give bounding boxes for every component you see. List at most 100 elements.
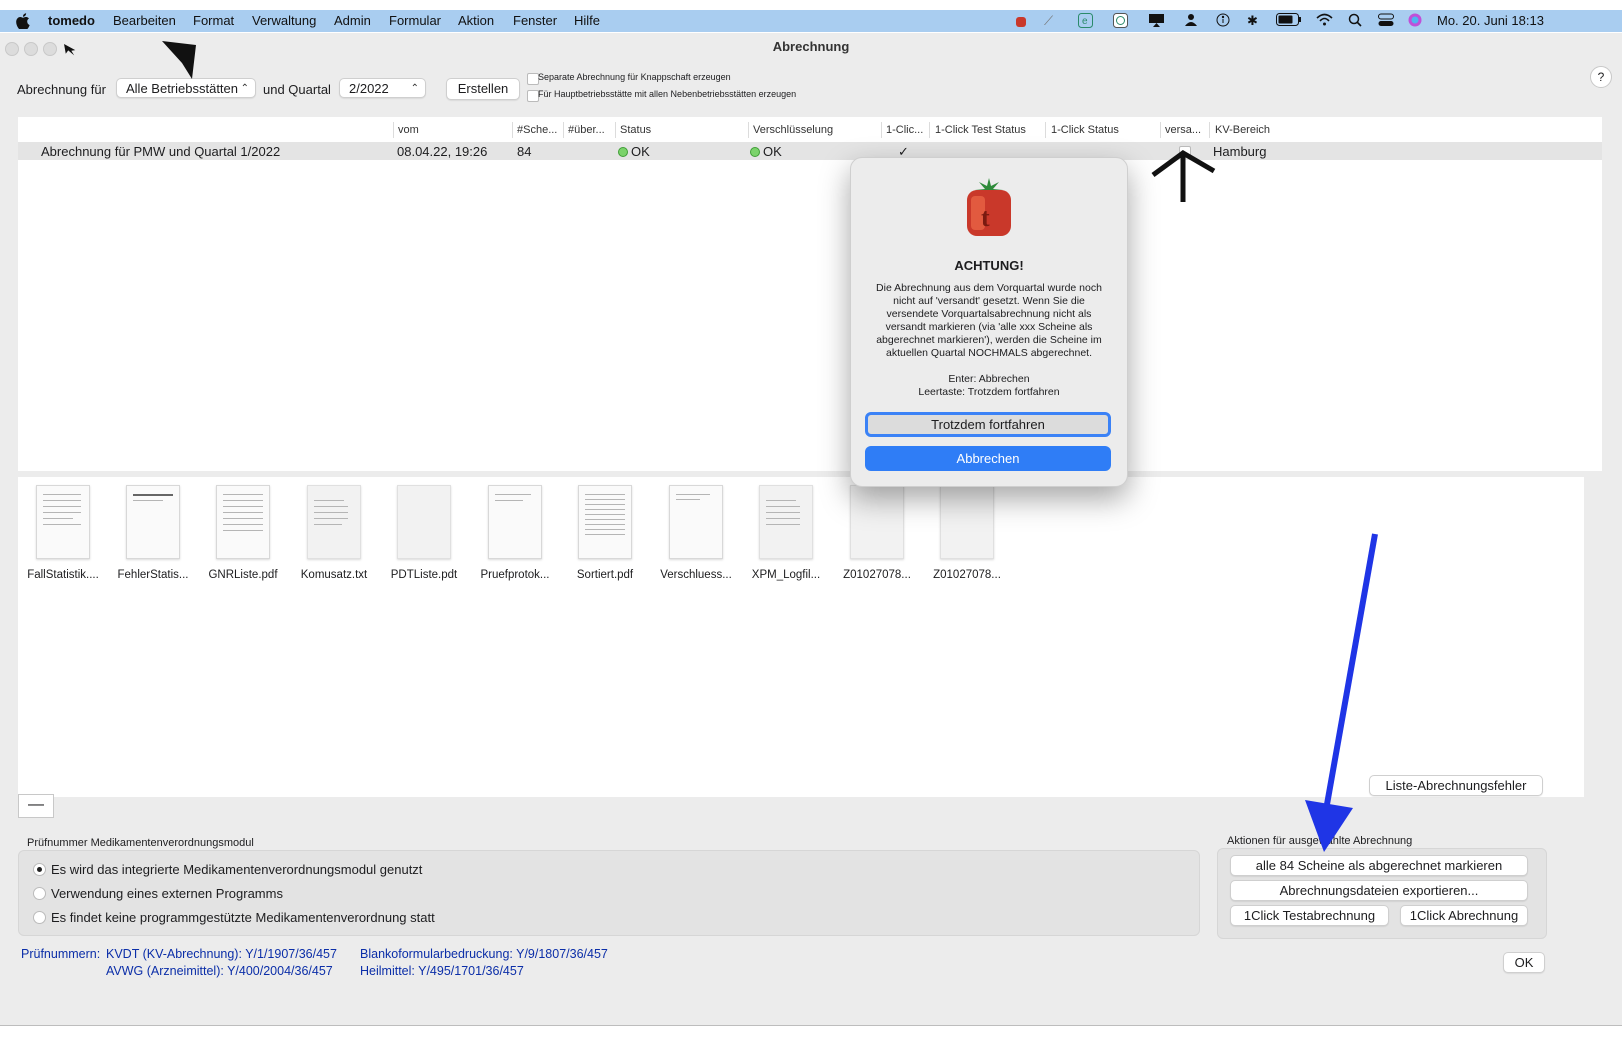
menu-formular[interactable]: Formular [389, 13, 441, 28]
radio-none-label: Es findet keine programmgestützte Medika… [51, 910, 435, 925]
ok-button[interactable]: OK [1503, 952, 1545, 973]
menu-format[interactable]: Format [193, 13, 234, 28]
col-1click-status[interactable]: 1-Click Status [1051, 124, 1119, 136]
bluetooth-icon[interactable]: ✱ [1247, 13, 1258, 29]
continue-anyway-button[interactable]: Trotzdem fortfahren [865, 412, 1111, 437]
file-item[interactable]: Z01027078... [922, 485, 1012, 581]
quartal-select[interactable]: 2/2022 ⌃ [339, 78, 426, 98]
e-status-icon[interactable]: e [1078, 13, 1093, 31]
radio-external[interactable] [33, 887, 46, 900]
dialog-title: ACHTUNG! [954, 258, 1024, 273]
strike-status-icon[interactable]: ⟋ [1044, 13, 1053, 29]
file-item[interactable]: FehlerStatis... [108, 485, 198, 581]
warning-dialog: t ACHTUNG! Die Abrechnung aus dem Vorqua… [850, 157, 1128, 487]
sync-status-icon[interactable] [1113, 13, 1128, 31]
pdf-thumbnail-icon [669, 485, 723, 559]
svg-text:t: t [981, 203, 990, 232]
menu-bar: tomedo Bearbeiten Format Verwaltung Admi… [0, 10, 1622, 32]
file-name: Verschluess... [660, 569, 732, 581]
knappschaft-checkbox-label: Separate Abrechnung für Knappschaft erze… [538, 72, 731, 82]
col-1click-test-status[interactable]: 1-Click Test Status [935, 124, 1026, 136]
file-item[interactable]: FallStatistik.... [18, 485, 108, 581]
menu-aktion[interactable]: Aktion [458, 13, 494, 28]
col-scheine[interactable]: #Sche... [517, 124, 557, 136]
blue-arrow-annotation-icon [1300, 530, 1390, 865]
accessibility-icon[interactable] [1216, 13, 1230, 30]
file-name: FehlerStatis... [117, 569, 189, 581]
battery-icon[interactable] [1276, 13, 1302, 29]
file-item[interactable]: GNRListe.pdf [198, 485, 288, 581]
col-ueber[interactable]: #über... [568, 124, 605, 136]
menu-fenster[interactable]: Fenster [513, 13, 557, 28]
1click-abrechnung-button[interactable]: 1Click Abrechnung [1400, 905, 1528, 926]
file-item[interactable]: Pruefprotok... [470, 485, 560, 581]
col-1click[interactable]: 1-Clic... [886, 124, 923, 136]
menu-verwaltung[interactable]: Verwaltung [252, 13, 316, 28]
col-status[interactable]: Status [620, 124, 651, 136]
cell-status: OK [618, 144, 650, 159]
file-item[interactable]: Z01027078... [832, 485, 922, 581]
liste-abrechnungsfehler-button[interactable]: Liste-Abrechnungsfehler [1369, 775, 1543, 796]
control-center-icon[interactable] [1378, 13, 1394, 30]
dialog-message: Die Abrechnung aus dem Vorquartal wurde … [876, 282, 1102, 359]
file-name: Komusatz.txt [300, 569, 368, 581]
black-arrow-annotation-icon [160, 37, 200, 84]
menu-admin[interactable]: Admin [334, 13, 371, 28]
user-icon[interactable] [1185, 13, 1197, 30]
menu-bearbeiten[interactable]: Bearbeiten [113, 13, 176, 28]
col-versandt[interactable]: versa... [1165, 124, 1201, 136]
cell-verschluesselung: OK [750, 144, 782, 159]
file-item[interactable]: PDTListe.pdt [379, 485, 469, 581]
up-arrow-annotation-icon [1150, 149, 1218, 210]
export-files-button[interactable]: Abrechnungsdateien exportieren... [1230, 880, 1528, 901]
dialog-hints: Enter: Abbrechen Leertaste: Trotzdem for… [869, 373, 1109, 399]
screen-share-icon[interactable] [1148, 13, 1165, 30]
file-name: Z01027078... [843, 569, 911, 581]
file-name: GNRListe.pdf [208, 569, 278, 581]
green-status-dot-icon [750, 147, 760, 157]
file-name: FallStatistik.... [27, 569, 99, 581]
help-button[interactable]: ? [1590, 66, 1612, 88]
siri-icon[interactable] [1408, 13, 1422, 30]
col-verschluesselung[interactable]: Verschlüsselung [753, 124, 833, 136]
erstellen-button[interactable]: Erstellen [446, 78, 520, 100]
file-name: Z01027078... [933, 569, 1001, 581]
medication-group-label: Prüfnummer Medikamentenverordnungsmodul [27, 837, 254, 849]
blank-document-icon [397, 485, 451, 559]
blank-document-icon [850, 485, 904, 559]
cancel-button[interactable]: Abbrechen [865, 446, 1111, 471]
pdf-thumbnail-icon [578, 485, 632, 559]
tomato-status-icon[interactable] [1014, 14, 1028, 31]
pruefnummer-heilmittel: Heilmittel: Y/495/1701/36/457 [360, 964, 524, 978]
1click-test-button[interactable]: 1Click Testabrechnung [1230, 905, 1389, 926]
clock[interactable]: Mo. 20. Juni 18:13 [1437, 13, 1544, 28]
radio-none[interactable] [33, 911, 46, 924]
table-row[interactable]: Abrechnung für PMW und Quartal 1/2022 08… [18, 142, 1602, 160]
file-item[interactable]: Komusatz.txt [289, 485, 379, 581]
menu-app-name[interactable]: tomedo [48, 13, 95, 28]
abrechnung-table: vom #Sche... #über... Status Verschlüsse… [18, 117, 1602, 471]
remove-button[interactable]: — [18, 794, 54, 818]
wifi-icon[interactable] [1316, 13, 1333, 29]
tomedo-app-icon: t [961, 176, 1017, 243]
pruefnummer-kvdt: KVDT (KV-Abrechnung): Y/1/1907/36/457 [106, 947, 337, 961]
file-item[interactable]: Verschluess... [651, 485, 741, 581]
label-abrechnung-fuer: Abrechnung für [17, 82, 106, 97]
menu-hilfe[interactable]: Hilfe [574, 13, 600, 28]
pdf-thumbnail-icon [126, 485, 180, 559]
window-title: Abrechnung [772, 39, 850, 54]
radio-integrated[interactable] [33, 863, 46, 876]
file-item[interactable]: XPM_Logfil... [741, 485, 831, 581]
file-item[interactable]: Sortiert.pdf [560, 485, 650, 581]
col-vom[interactable]: vom [398, 124, 419, 136]
updown-chevron-icon: ⌃ [240, 83, 249, 94]
text-document-icon [307, 485, 361, 559]
pruefnummern-label: Prüfnummern: [21, 947, 101, 961]
radio-integrated-label: Es wird das integrierte Medikamentenvero… [51, 862, 423, 877]
green-status-dot-icon [618, 147, 628, 157]
spotlight-search-icon[interactable] [1348, 13, 1362, 30]
blank-document-icon [940, 485, 994, 559]
col-kv-bereich[interactable]: KV-Bereich [1215, 124, 1270, 136]
apple-menu-icon[interactable] [16, 13, 30, 32]
pdf-thumbnail-icon [216, 485, 270, 559]
